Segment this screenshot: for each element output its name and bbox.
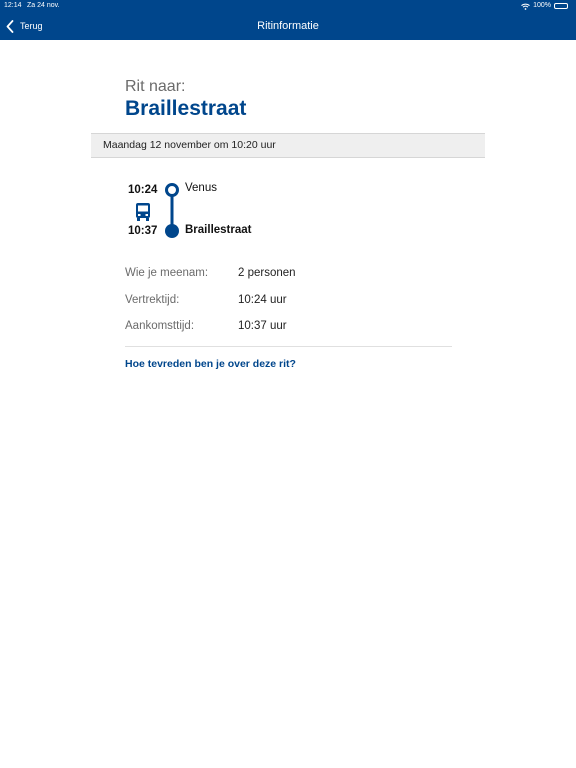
feedback-link[interactable]: Hoe tevreden ben je over deze rit? <box>125 358 296 370</box>
status-right: 100% <box>521 0 568 12</box>
navigation-bar: Terug Ritinformatie <box>0 12 576 40</box>
departure-dot-icon <box>165 183 179 197</box>
detail-label: Vertrektijd: <box>125 294 180 306</box>
detail-value: 10:37 uur <box>238 320 287 332</box>
status-bar: 12:14 Za 24 nov. 100% <box>0 0 576 12</box>
arrival-stop: Braillestraat <box>185 224 252 236</box>
departure-stop: Venus <box>185 182 217 194</box>
detail-row-departure: Vertrektijd: 10:24 uur <box>125 294 455 314</box>
route-timeline: 10:24 Venus 10:37 Braillestraat <box>0 40 576 300</box>
detail-row-arrival: Aankomsttijd: 10:37 uur <box>125 320 455 340</box>
battery-percentage: 100% <box>533 2 551 9</box>
detail-row-companions: Wie je meenam: 2 personen <box>125 267 455 287</box>
departure-time: 10:24 <box>128 184 158 196</box>
divider <box>125 346 452 347</box>
arrival-time: 10:37 <box>128 225 158 237</box>
bus-icon <box>136 203 150 221</box>
status-time: 12:14 <box>4 2 22 9</box>
detail-value: 2 personen <box>238 267 296 279</box>
route-line <box>165 183 179 238</box>
wifi-icon <box>521 3 530 10</box>
detail-value: 10:24 uur <box>238 294 287 306</box>
battery-icon <box>554 3 568 9</box>
page-title: Ritinformatie <box>257 20 319 32</box>
status-date: Za 24 nov. <box>27 2 60 9</box>
detail-label: Aankomsttijd: <box>125 320 195 332</box>
top-bar: 12:14 Za 24 nov. 100% Terug Ritinformati… <box>0 0 576 40</box>
arrival-dot-icon <box>165 224 179 238</box>
detail-label: Wie je meenam: <box>125 267 209 279</box>
